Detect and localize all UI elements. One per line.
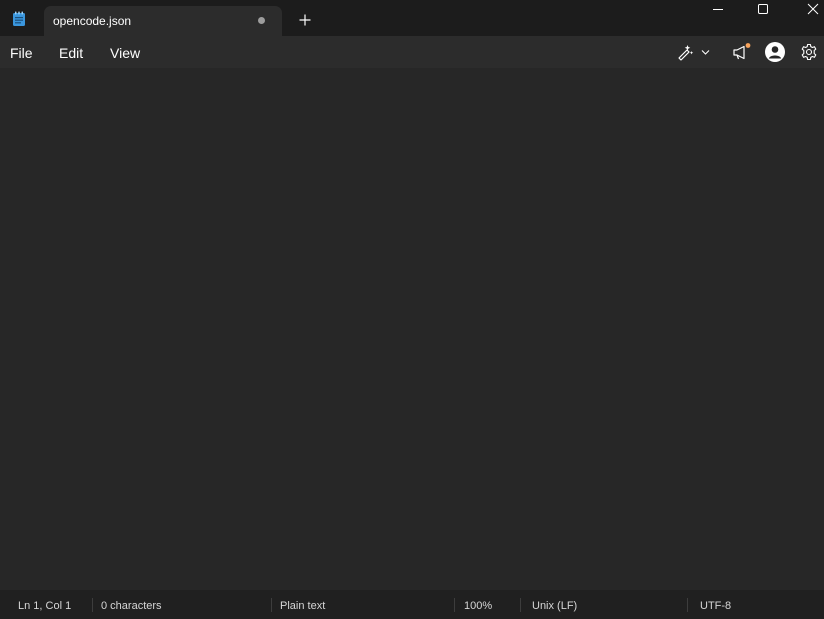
gear-icon[interactable]	[799, 42, 819, 62]
status-separator	[454, 598, 455, 612]
menu-view[interactable]: View	[110, 45, 140, 61]
notepad-icon	[13, 11, 25, 26]
status-bar: Ln 1, Col 1 0 characters Plain text 100%…	[0, 590, 824, 619]
status-character-count: 0 characters	[101, 600, 162, 612]
minimize-icon[interactable]	[695, 0, 741, 20]
status-line-ending[interactable]: Unix (LF)	[532, 600, 577, 612]
status-encoding[interactable]: UTF-8	[700, 600, 731, 612]
maximize-icon[interactable]	[740, 0, 786, 20]
unsaved-dot-icon[interactable]	[258, 17, 265, 24]
close-icon[interactable]	[786, 0, 824, 20]
copilot-pen-icon[interactable]	[676, 42, 712, 62]
title-bar: opencode.json	[0, 0, 824, 36]
status-separator	[687, 598, 688, 612]
megaphone-icon[interactable]	[731, 42, 751, 62]
menu-file[interactable]: File	[10, 45, 33, 61]
text-editor[interactable]	[0, 68, 824, 590]
menu-edit[interactable]: Edit	[59, 45, 83, 61]
status-text-format[interactable]: Plain text	[280, 600, 325, 612]
tab-opencode-json[interactable]: opencode.json	[44, 6, 282, 36]
status-separator	[271, 598, 272, 612]
menu-bar: File Edit View	[0, 36, 824, 68]
status-separator	[520, 598, 521, 612]
status-zoom[interactable]: 100%	[464, 600, 492, 612]
status-separator	[92, 598, 93, 612]
tab-title: opencode.json	[53, 14, 132, 28]
plus-icon[interactable]	[296, 11, 314, 29]
account-icon[interactable]	[764, 41, 786, 63]
status-cursor-position: Ln 1, Col 1	[18, 600, 72, 612]
